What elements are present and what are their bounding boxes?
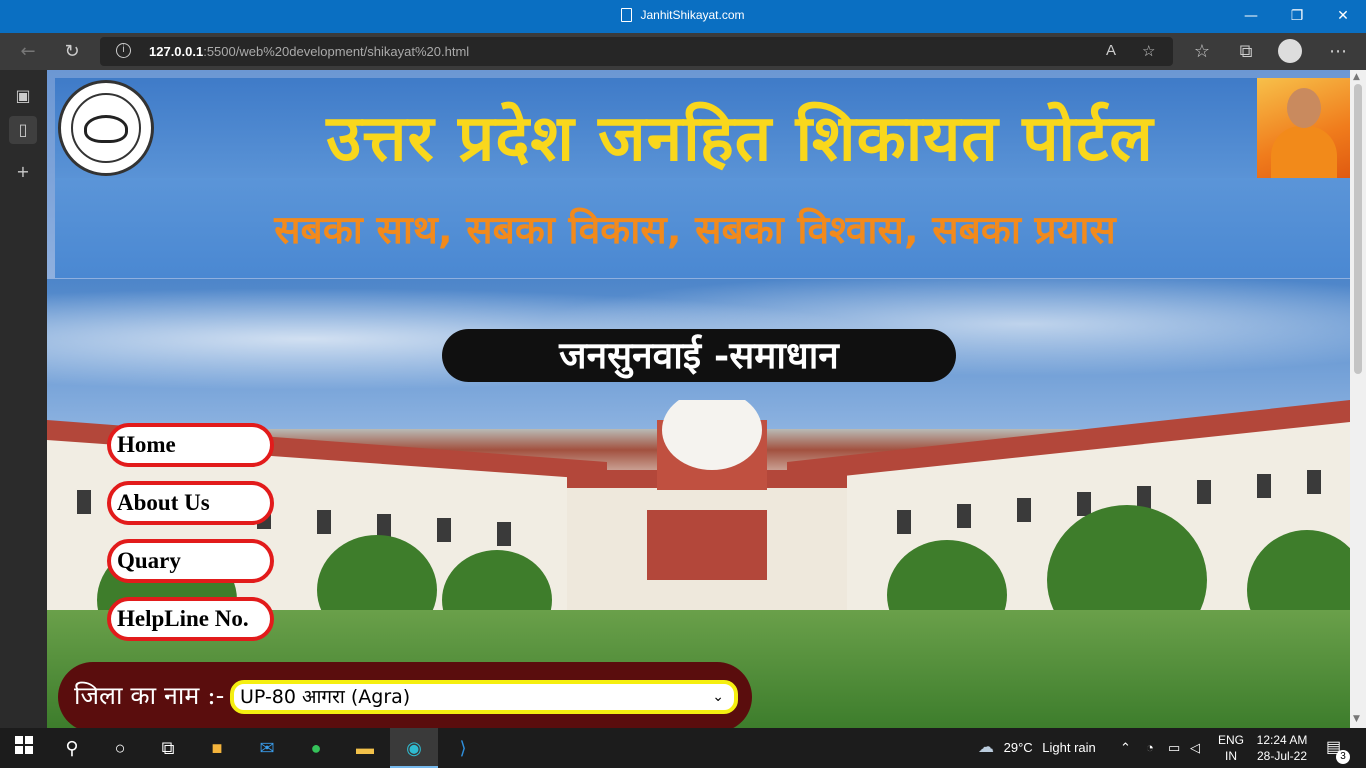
district-selector-panel: जिला का नाम :- UP-80 आगरा (Agra) ⌄ [58, 662, 752, 728]
collections-icon[interactable]: ⧉ [1232, 39, 1260, 65]
store-icon[interactable]: ■ [201, 732, 233, 764]
notification-count-badge: 3 [1336, 750, 1350, 764]
profile-avatar[interactable] [1278, 39, 1302, 63]
page-content: उत्तर प्रदेश जनहित शिकायत पोर्टल सबका सा… [47, 70, 1350, 728]
reload-icon[interactable]: ↻ [58, 39, 86, 65]
edge-icon: ◉ [406, 738, 422, 758]
chief-minister-photo [1257, 78, 1350, 178]
tab-page-icon[interactable]: ▯ [9, 116, 37, 144]
clock[interactable]: 12:24 AM 28-Jul-22 [1252, 732, 1312, 764]
edge-taskbar-button[interactable]: ◉ [390, 728, 438, 768]
scroll-up-arrow-icon[interactable]: ▲ [1353, 72, 1360, 82]
tab-actions-icon[interactable]: ▣ [9, 82, 37, 110]
mail-icon[interactable]: ✉ [251, 732, 283, 764]
district-label: जिला का नाम :- [74, 681, 225, 710]
clock-time: 12:24 AM [1256, 733, 1308, 747]
read-aloud-icon[interactable]: A [1106, 42, 1116, 59]
cortana-icon[interactable]: ○ [104, 732, 136, 764]
hearing-banner: जनसुनवाई -समाधान [442, 329, 956, 382]
back-arrow-icon[interactable]: ← [14, 39, 42, 65]
language-code: ENG [1218, 733, 1245, 747]
site-info-icon[interactable]: i [116, 43, 131, 58]
minimize-button[interactable]: — [1228, 0, 1274, 33]
about-us-button[interactable]: About Us [107, 481, 274, 525]
home-button[interactable]: Home [107, 423, 274, 467]
weather-widget[interactable]: ☁ 29°C Light rain [978, 728, 1096, 768]
scrollbar-thumb[interactable] [1354, 84, 1362, 374]
district-select-value: UP-80 आगरा (Agra) [240, 686, 411, 708]
scroll-down-arrow-icon[interactable]: ▼ [1353, 714, 1360, 724]
query-button[interactable]: Quary [107, 539, 274, 583]
window-title-bar: JanhitShikayat.com — ❐ ✕ [0, 0, 1366, 33]
helpline-button[interactable]: HelpLine No. [107, 597, 274, 641]
network-icon[interactable]: ◔ [1146, 728, 1154, 768]
up-govt-emblem-icon [58, 80, 154, 176]
volume-icon[interactable]: ◁ [1190, 728, 1200, 768]
restore-button[interactable]: ❐ [1274, 0, 1320, 33]
district-select[interactable]: UP-80 आगरा (Agra) ⌄ [230, 680, 738, 714]
new-tab-icon[interactable]: + [9, 158, 37, 186]
close-button[interactable]: ✕ [1320, 0, 1366, 33]
file-explorer-icon[interactable]: ▬ [349, 732, 381, 764]
window-title: JanhitShikayat.com [0, 8, 1366, 22]
start-windows-icon[interactable] [8, 732, 40, 764]
windows-taskbar: ⚲ ○ ⧉ ■ ✉ ● ▬ ◉ ⟩ ☁ 29°C Light rain ⌃ ◔ … [0, 728, 1366, 768]
favorites-icon[interactable]: ☆ [1188, 39, 1216, 65]
vertical-tabs-panel: ▣ ▯ + [0, 70, 47, 728]
page-scrollbar[interactable]: ▲ ▼ [1350, 70, 1366, 728]
url-text[interactable]: 127.0.0.1:5500/web%20development/shikaya… [149, 44, 469, 59]
cloud-rain-icon: ☁ [978, 739, 994, 756]
whatsapp-icon[interactable]: ● [300, 732, 332, 764]
portal-title: उत्तर प्रदेश जनहित शिकायत पोर्टल [326, 102, 1154, 176]
page-icon [621, 8, 633, 22]
search-icon[interactable]: ⚲ [56, 732, 88, 764]
clock-date: 28-Jul-22 [1256, 749, 1308, 763]
browser-toolbar: ← ↻ i 127.0.0.1:5500/web%20development/s… [0, 33, 1366, 70]
weather-description: Light rain [1042, 740, 1096, 755]
region-code: IN [1225, 749, 1237, 763]
chevron-up-icon[interactable]: ⌃ [1120, 728, 1131, 768]
weather-temperature: 29°C [1003, 740, 1033, 755]
add-favorite-icon[interactable]: ☆ [1142, 42, 1155, 60]
battery-icon[interactable]: ▭ [1168, 728, 1180, 768]
portal-header: उत्तर प्रदेश जनहित शिकायत पोर्टल सबका सा… [55, 78, 1350, 278]
chevron-down-icon: ⌄ [712, 689, 724, 705]
address-bar[interactable]: i 127.0.0.1:5500/web%20development/shika… [100, 37, 1173, 66]
portal-slogan: सबका साथ, सबका विकास, सबका विश्वास, सबका… [274, 208, 1116, 253]
task-view-icon[interactable]: ⧉ [152, 732, 184, 764]
language-indicator[interactable]: ENG IN [1218, 732, 1244, 764]
vscode-icon[interactable]: ⟩ [447, 732, 479, 764]
window-title-text: JanhitShikayat.com [640, 8, 745, 22]
more-menu-icon[interactable]: ⋯ [1324, 39, 1352, 65]
